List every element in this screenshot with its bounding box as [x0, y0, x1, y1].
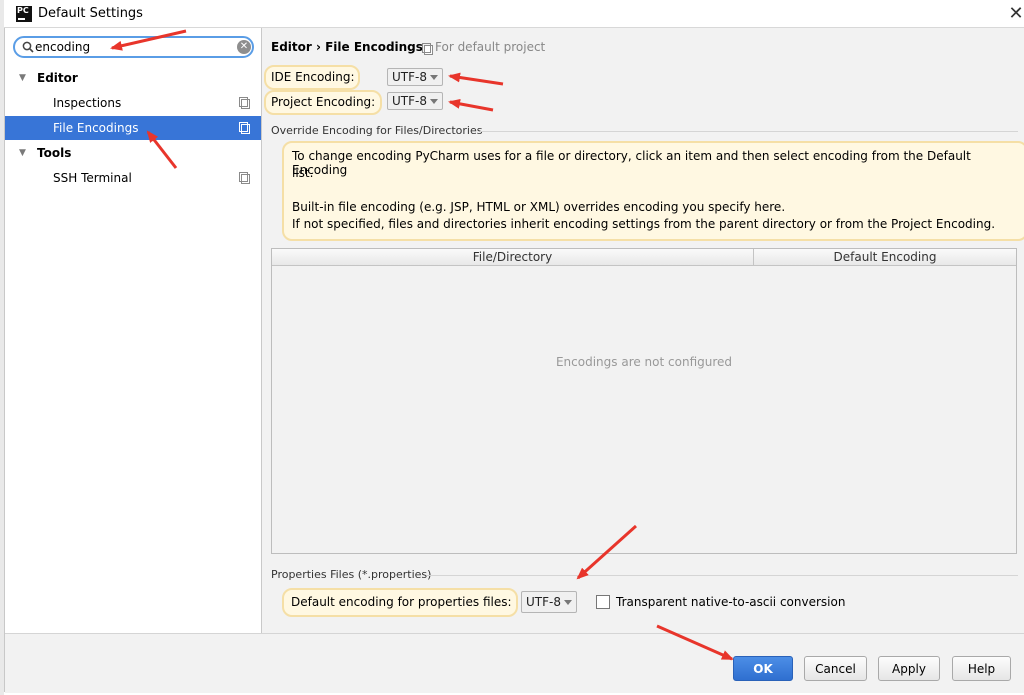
help-button[interactable]: Help — [952, 656, 1011, 681]
project-encoding-label: Project Encoding: — [271, 95, 376, 109]
chevron-down-icon — [430, 75, 438, 80]
properties-encoding-select[interactable]: UTF-8 — [521, 591, 577, 613]
column-header-default-encoding[interactable]: Default Encoding — [754, 249, 1016, 265]
column-header-file-directory[interactable]: File/Directory — [272, 249, 753, 265]
title-bar: PC Default Settings ✕ — [4, 0, 1024, 28]
settings-content-panel: Editor › File Encodings For default proj… — [262, 28, 1024, 633]
search-input[interactable] — [35, 39, 225, 55]
clear-search-icon[interactable]: ✕ — [237, 40, 251, 54]
apply-button[interactable]: Apply — [878, 656, 940, 681]
ide-encoding-select[interactable]: UTF-8 — [387, 68, 443, 86]
properties-encoding-label: Default encoding for properties files: — [291, 595, 512, 609]
project-encoding-value: UTF-8 — [392, 94, 427, 108]
tree-item-ssh-terminal[interactable]: SSH Terminal — [5, 166, 261, 190]
dialog-footer: OK Cancel Apply Help — [5, 633, 1024, 693]
tree-item-label: Editor — [37, 71, 78, 85]
pycharm-app-icon: PC — [16, 6, 32, 22]
info-line: To change encoding PyCharm uses for a fi… — [292, 149, 971, 177]
project-scope-icon — [239, 172, 250, 184]
encodings-table[interactable]: File/Directory Default Encoding Encoding… — [271, 248, 1017, 554]
tree-item-inspections[interactable]: Inspections — [5, 91, 261, 115]
transparent-conversion-checkbox[interactable] — [596, 595, 610, 609]
tree-item-file-encodings[interactable]: File Encodings — [5, 116, 261, 140]
search-icon — [22, 41, 34, 53]
chevron-down-icon — [430, 99, 438, 104]
expand-arrow-icon[interactable]: ▼ — [19, 66, 26, 90]
cancel-button[interactable]: Cancel — [804, 656, 867, 681]
chevron-down-icon — [564, 600, 572, 605]
breadcrumb-scope-label: For default project — [435, 40, 546, 54]
tree-item-label: File Encodings — [53, 121, 139, 135]
breadcrumb: Editor › File Encodings — [271, 40, 423, 54]
table-empty-text: Encodings are not configured — [555, 355, 733, 369]
section-divider — [427, 575, 1018, 576]
section-divider — [480, 131, 1018, 132]
properties-encoding-value: UTF-8 — [526, 595, 561, 609]
info-box: To change encoding PyCharm uses for a fi… — [282, 141, 1024, 241]
tree-item-editor[interactable]: ▼ Editor — [5, 66, 261, 90]
tree-item-tools[interactable]: ▼ Tools — [5, 141, 261, 165]
tree-item-label: Tools — [37, 146, 72, 160]
expand-arrow-icon[interactable]: ▼ — [19, 141, 26, 165]
tree-item-label: Inspections — [53, 96, 122, 110]
window-title: Default Settings — [38, 6, 143, 21]
tree-item-label: SSH Terminal — [53, 171, 132, 185]
project-encoding-select[interactable]: UTF-8 — [387, 92, 443, 110]
info-line: list. — [292, 166, 314, 180]
close-icon[interactable]: ✕ — [1004, 2, 1024, 26]
transparent-conversion-label[interactable]: Transparent native-to-ascii conversion — [616, 595, 845, 609]
project-scope-icon — [239, 97, 250, 109]
info-line: Built-in file encoding (e.g. JSP, HTML o… — [292, 200, 786, 214]
project-scope-icon — [239, 122, 250, 134]
ok-button[interactable]: OK — [733, 656, 793, 681]
info-line: If not specified, files and directories … — [292, 217, 996, 231]
settings-search-box[interactable]: ✕ — [13, 36, 254, 58]
table-header: File/Directory Default Encoding — [272, 249, 1016, 266]
ide-encoding-label: IDE Encoding: — [271, 70, 355, 84]
settings-sidebar: ✕ ▼ Editor Inspections File Encodings ▼ … — [5, 28, 262, 633]
project-scope-icon — [422, 43, 433, 55]
override-section-title: Override Encoding for Files/Directories — [271, 124, 483, 137]
properties-section-title: Properties Files (*.properties) — [271, 568, 432, 581]
ide-encoding-value: UTF-8 — [392, 70, 427, 84]
